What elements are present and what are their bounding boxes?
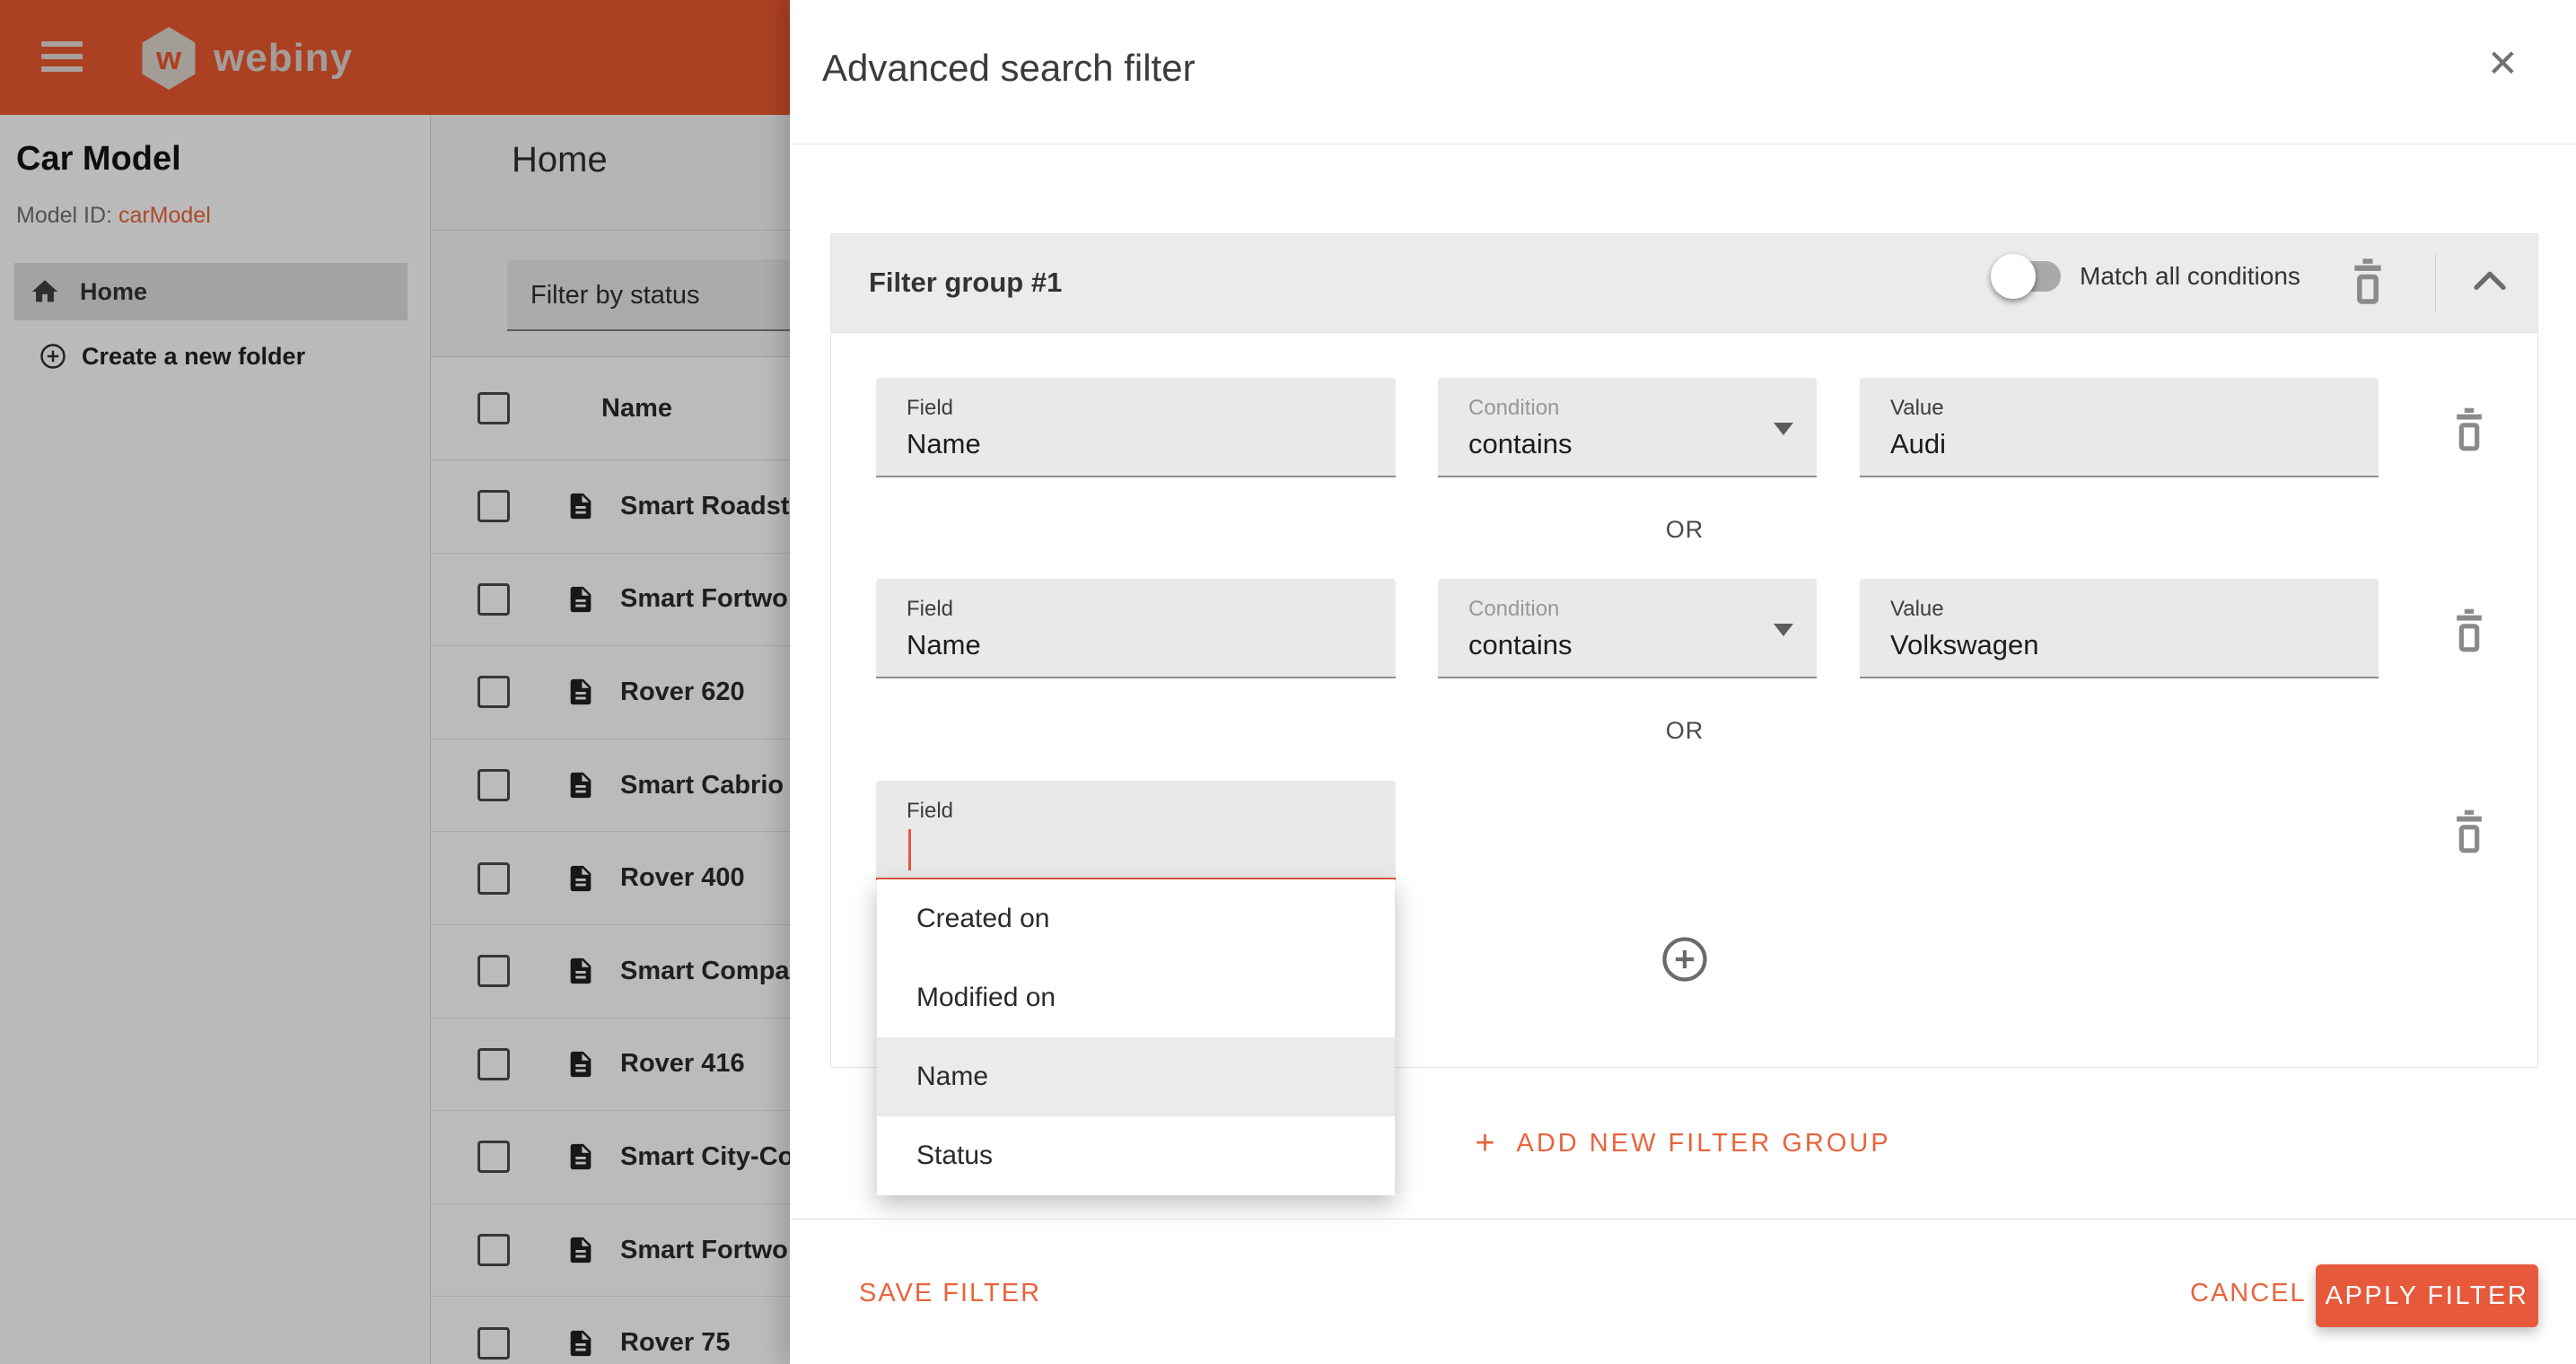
close-icon[interactable]: ✕ <box>2487 45 2519 83</box>
trash-icon <box>2348 257 2388 307</box>
delete-condition-button[interactable] <box>2450 809 2488 860</box>
collapse-group-button[interactable] <box>2472 268 2508 296</box>
trash-icon <box>2450 809 2488 855</box>
value-input[interactable]: Value Audi <box>1860 378 2379 477</box>
condition-label: Condition <box>1468 597 1559 622</box>
condition-value: contains <box>1468 428 1572 460</box>
value-input[interactable]: Value Volkswagen <box>1860 579 2379 678</box>
dropdown-option-created-on[interactable]: Created on <box>877 879 1395 958</box>
field-label: Field <box>907 396 953 421</box>
field-input[interactable]: Field Name <box>876 378 1396 477</box>
divider <box>2435 254 2436 313</box>
add-condition-button[interactable] <box>1660 935 1709 984</box>
trash-icon <box>2450 407 2488 453</box>
condition-select[interactable]: Condition contains <box>1438 579 1817 678</box>
text-cursor <box>908 829 911 870</box>
field-value: Name <box>907 428 981 460</box>
toggle-knob <box>1991 254 2036 299</box>
field-label: Field <box>907 799 953 824</box>
chevron-down-icon <box>1774 624 1793 636</box>
chevron-up-icon <box>2472 268 2508 292</box>
save-filter-button[interactable]: SAVE FILTER <box>859 1279 1041 1308</box>
modal-title: Advanced search filter <box>822 47 1196 90</box>
delete-condition-button[interactable] <box>2450 608 2488 659</box>
filter-group-title: Filter group #1 <box>869 267 1062 299</box>
or-separator: OR <box>1666 516 1704 544</box>
match-all-conditions-toggle[interactable] <box>2000 261 2061 292</box>
condition-select[interactable]: Condition contains <box>1438 378 1817 477</box>
condition-label: Condition <box>1468 396 1559 421</box>
chevron-down-icon <box>1774 423 1793 435</box>
apply-filter-button[interactable]: APPLY FILTER <box>2316 1264 2538 1327</box>
value-label: Value <box>1890 396 1944 421</box>
field-input[interactable]: Field Name <box>876 579 1396 678</box>
delete-filter-group-button[interactable] <box>2348 257 2388 311</box>
or-separator: OR <box>1666 717 1704 745</box>
toggle-label: Match all conditions <box>2080 262 2300 291</box>
screen: w webiny Car Model Model ID: carModel Ho… <box>0 0 2576 1364</box>
field-input-focused[interactable]: Field <box>876 781 1396 880</box>
dropdown-option-name[interactable]: Name <box>877 1037 1395 1116</box>
add-group-label: ADD NEW FILTER GROUP <box>1517 1129 1891 1159</box>
dropdown-option-status[interactable]: Status <box>877 1116 1395 1195</box>
footer-divider <box>790 1219 2576 1220</box>
delete-condition-button[interactable] <box>2450 407 2488 458</box>
plus-icon: + <box>1475 1124 1494 1163</box>
value-value: Audi <box>1890 428 1946 460</box>
value-label: Value <box>1890 597 1944 622</box>
condition-value: contains <box>1468 629 1572 661</box>
value-value: Volkswagen <box>1890 629 2038 661</box>
plus-circle-icon <box>1660 935 1709 984</box>
cancel-button[interactable]: CANCEL <box>2190 1279 2307 1308</box>
dropdown-option-modified-on[interactable]: Modified on <box>877 958 1395 1037</box>
trash-icon <box>2450 608 2488 654</box>
field-dropdown: Created on Modified on Name Status <box>877 879 1395 1195</box>
field-value: Name <box>907 629 981 661</box>
advanced-search-filter-modal: Advanced search filter ✕ Filter group #1… <box>790 0 2576 1364</box>
field-label: Field <box>907 597 953 622</box>
filter-group-header: Filter group #1 Match all conditions <box>831 234 2537 333</box>
